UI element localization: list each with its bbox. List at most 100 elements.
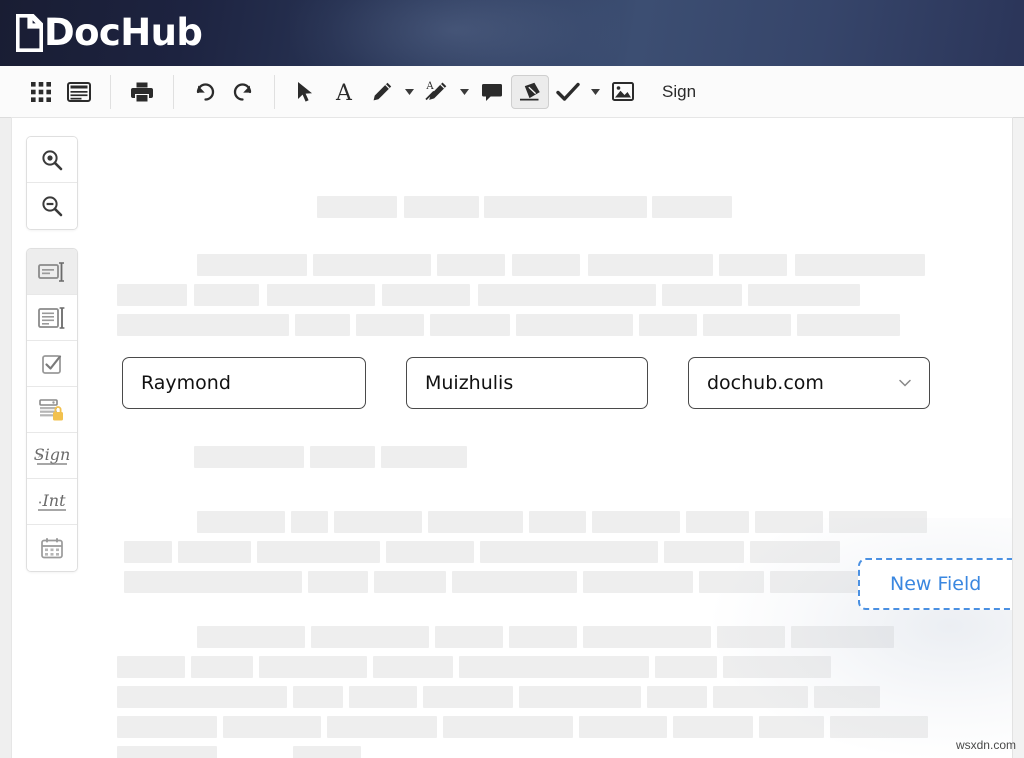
content-placeholder-bar bbox=[750, 541, 840, 563]
cursor-button[interactable] bbox=[287, 75, 325, 109]
print-button[interactable] bbox=[123, 75, 161, 109]
content-placeholder-bar bbox=[703, 314, 791, 336]
checkbox-field-icon bbox=[41, 353, 63, 375]
content-placeholder-bar bbox=[639, 314, 697, 336]
content-placeholder-bar bbox=[257, 541, 380, 563]
check-icon bbox=[556, 82, 580, 102]
content-placeholder-bar bbox=[509, 626, 577, 648]
content-placeholder-bar bbox=[334, 511, 422, 533]
text-area-field-icon bbox=[38, 306, 66, 329]
field-value: Muizhulis bbox=[425, 372, 514, 394]
check-dropdown-caret[interactable] bbox=[587, 75, 604, 109]
zoom-in-button[interactable] bbox=[27, 137, 77, 183]
content-placeholder-bar bbox=[310, 446, 375, 468]
zoom-in-icon bbox=[41, 149, 63, 171]
check-button[interactable] bbox=[549, 75, 587, 109]
content-placeholder-bar bbox=[404, 196, 479, 218]
new-field-placeholder[interactable]: New Field bbox=[858, 558, 1012, 610]
document-page[interactable]: Raymond Muizhulis dochub.com New Field S… bbox=[12, 118, 1012, 758]
text-icon: A bbox=[333, 81, 355, 103]
pages-panel-button[interactable] bbox=[60, 75, 98, 109]
content-placeholder-bar bbox=[191, 656, 253, 678]
content-placeholder-bar bbox=[519, 686, 641, 708]
field-tool-rail: Sign × Int • bbox=[26, 136, 78, 572]
field-tool-group: Sign × Int • bbox=[26, 248, 78, 572]
toolbar-group-view bbox=[14, 72, 106, 112]
vertical-scrollbar[interactable] bbox=[1012, 118, 1024, 758]
content-placeholder-bar bbox=[295, 314, 350, 336]
undo-button[interactable] bbox=[186, 75, 224, 109]
content-placeholder-bar bbox=[117, 656, 185, 678]
print-icon bbox=[131, 81, 153, 103]
app-title: DocHub bbox=[44, 11, 203, 54]
pencil-dropdown-caret[interactable] bbox=[401, 75, 418, 109]
last-name-field[interactable]: Muizhulis bbox=[406, 357, 648, 409]
comment-button[interactable] bbox=[473, 75, 511, 109]
redo-button[interactable] bbox=[224, 75, 262, 109]
apps-grid-button[interactable] bbox=[22, 75, 60, 109]
content-placeholder-bar bbox=[579, 716, 667, 738]
content-placeholder-bar bbox=[428, 511, 523, 533]
signature-field-tool[interactable]: Sign × bbox=[27, 433, 77, 479]
document-canvas: Raymond Muizhulis dochub.com New Field S… bbox=[0, 118, 1024, 758]
content-placeholder-bar bbox=[327, 716, 437, 738]
content-placeholder-bar bbox=[814, 686, 880, 708]
toolbar-divider bbox=[173, 74, 174, 109]
content-placeholder-bar bbox=[117, 314, 289, 336]
zoom-tool-group bbox=[26, 136, 78, 230]
content-placeholder-bar bbox=[197, 254, 307, 276]
content-placeholder-bar bbox=[673, 716, 753, 738]
content-placeholder-bar bbox=[512, 254, 580, 276]
content-placeholder-bar bbox=[797, 314, 900, 336]
website-field[interactable]: dochub.com bbox=[688, 357, 930, 409]
content-placeholder-bar bbox=[311, 626, 429, 648]
content-placeholder-bar bbox=[117, 686, 287, 708]
svg-text:•: • bbox=[38, 499, 42, 507]
content-placeholder-bar bbox=[194, 446, 304, 468]
content-placeholder-bar bbox=[437, 254, 505, 276]
toolbar-group-print bbox=[115, 72, 169, 112]
content-placeholder-bar bbox=[293, 686, 343, 708]
undo-icon bbox=[193, 80, 217, 104]
content-placeholder-bar bbox=[759, 716, 824, 738]
text-field-tool[interactable] bbox=[27, 249, 77, 295]
image-button[interactable] bbox=[604, 75, 642, 109]
first-name-field[interactable]: Raymond bbox=[122, 357, 366, 409]
dochub-document-icon bbox=[16, 14, 43, 52]
initials-field-tool[interactable]: Int • bbox=[27, 479, 77, 525]
content-placeholder-bar bbox=[293, 746, 361, 758]
locked-field-icon bbox=[39, 398, 65, 422]
content-placeholder-bar bbox=[755, 511, 823, 533]
text-button[interactable]: A bbox=[325, 75, 363, 109]
svg-text:Int: Int bbox=[41, 491, 66, 510]
pencil-button[interactable] bbox=[363, 75, 401, 109]
date-field-tool[interactable] bbox=[27, 525, 77, 571]
content-placeholder-bar bbox=[583, 571, 693, 593]
eraser-button[interactable] bbox=[511, 74, 549, 109]
text-area-field-tool[interactable] bbox=[27, 295, 77, 341]
checkbox-field-tool[interactable] bbox=[27, 341, 77, 387]
highlighter-icon: A bbox=[425, 80, 449, 103]
content-placeholder-bar bbox=[662, 284, 742, 306]
locked-field-tool[interactable] bbox=[27, 387, 77, 433]
sign-button[interactable]: Sign bbox=[662, 82, 696, 102]
content-placeholder-bar bbox=[830, 716, 928, 738]
toolbar-divider bbox=[274, 74, 275, 109]
content-placeholder-bar bbox=[194, 284, 259, 306]
content-placeholder-bar bbox=[480, 541, 658, 563]
main-toolbar: A A Sign bbox=[0, 66, 1024, 118]
zoom-out-button[interactable] bbox=[27, 183, 77, 229]
highlighter-dropdown-caret[interactable] bbox=[456, 75, 473, 109]
content-placeholder-bar bbox=[770, 571, 858, 593]
content-placeholder-bar bbox=[117, 716, 217, 738]
content-placeholder-bar bbox=[717, 626, 785, 648]
highlighter-button[interactable]: A bbox=[418, 75, 456, 109]
content-placeholder-bar bbox=[313, 254, 431, 276]
content-placeholder-bar bbox=[117, 284, 187, 306]
content-placeholder-bar bbox=[223, 716, 321, 738]
chevron-down-icon[interactable] bbox=[899, 379, 911, 387]
initials-field-icon: Int • bbox=[35, 489, 69, 515]
content-placeholder-bar bbox=[713, 686, 808, 708]
content-placeholder-bar bbox=[723, 656, 831, 678]
content-placeholder-bar bbox=[382, 284, 470, 306]
